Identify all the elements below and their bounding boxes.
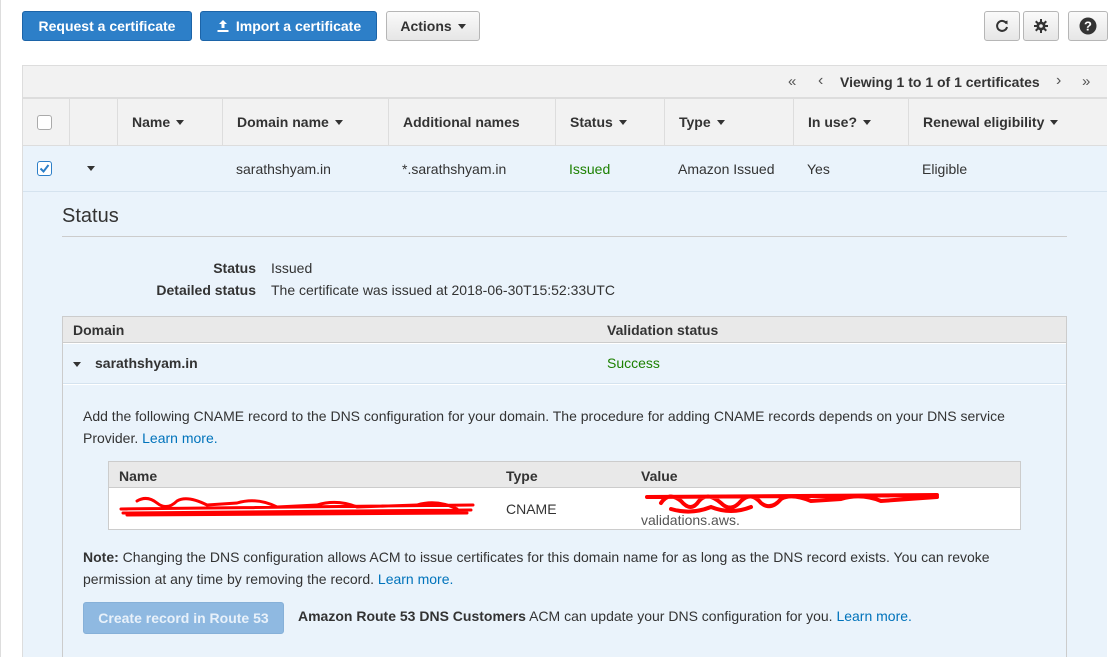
column-in-use[interactable]: In use?: [793, 99, 908, 145]
select-all-checkbox[interactable]: [37, 114, 52, 130]
actions-dropdown[interactable]: Actions: [386, 11, 480, 41]
sort-icon: [1050, 119, 1059, 125]
validation-col-domain: Domain: [73, 322, 125, 338]
route53-bold: Amazon Route 53 DNS Customers: [298, 608, 526, 624]
cname-record-table: Name Type Value CNAME validations.aws.: [108, 461, 1021, 530]
svg-text:?: ?: [1084, 19, 1092, 34]
column-status[interactable]: Status: [555, 99, 664, 145]
cname-learn-more-link[interactable]: Learn more.: [142, 430, 217, 446]
chevron-down-icon[interactable]: [73, 362, 81, 367]
refresh-button[interactable]: [984, 11, 1020, 41]
status-value: Issued: [271, 260, 313, 276]
column-additional-names: Additional names: [388, 99, 555, 145]
validation-status: Success: [607, 355, 660, 371]
table-header: Name Domain name Additional names Status…: [23, 98, 1107, 146]
divider: [62, 236, 1067, 237]
record-col-name: Name: [119, 468, 158, 484]
section-title: Status: [62, 205, 119, 227]
table-row[interactable]: sarathshyam.in *.sarathshyam.in Issued A…: [23, 146, 1107, 192]
page-left-border: [0, 0, 1, 657]
detailed-status-label: Detailed status: [156, 282, 256, 298]
note-text: Changing the DNS configuration allows AC…: [83, 549, 990, 587]
create-record-route53-button[interactable]: Create record in Route 53: [83, 602, 284, 634]
sort-icon: [618, 119, 627, 125]
column-type[interactable]: Type: [664, 99, 793, 145]
validation-col-status: Validation status: [607, 322, 719, 338]
column-name-label: Name: [132, 114, 171, 130]
first-page-icon[interactable]: «: [788, 73, 796, 90]
request-certificate-button[interactable]: Request a certificate: [22, 11, 192, 41]
cname-instructions: Add the following CNAME record to the DN…: [83, 405, 1043, 449]
route53-info: Amazon Route 53 DNS Customers ACM can up…: [298, 608, 912, 624]
row-select-cell: [23, 146, 69, 191]
redacted-name-scribble: [119, 496, 475, 517]
settings-button[interactable]: [1023, 11, 1059, 41]
sort-icon: [716, 119, 725, 125]
route53-learn-more-link[interactable]: Learn more.: [836, 608, 911, 624]
column-status-label: Status: [570, 114, 613, 130]
import-certificate-label: Import a certificate: [235, 18, 362, 34]
upload-icon: [217, 20, 229, 32]
sort-icon: [176, 119, 185, 125]
row-name: [117, 146, 222, 191]
help-icon: ?: [1079, 17, 1097, 35]
row-renewal: Eligible: [922, 160, 968, 177]
record-col-type: Type: [506, 468, 538, 484]
cname-record-header: Name Type Value: [109, 462, 1020, 488]
chevron-down-icon: [87, 166, 95, 171]
column-renewal-label: Renewal eligibility: [923, 114, 1045, 130]
row-additional: *.sarathshyam.in: [402, 160, 507, 177]
row-in-use: Yes: [807, 160, 830, 177]
cname-text: Add the following CNAME record to the DN…: [83, 408, 1005, 446]
column-domain-label: Domain name: [237, 114, 329, 130]
chevron-down-icon: [457, 23, 466, 29]
detailed-status-value: The certificate was issued at 2018-06-30…: [271, 282, 615, 298]
column-in-use-label: In use?: [808, 114, 858, 130]
select-all-cell: [23, 99, 69, 145]
gear-icon: [1034, 19, 1048, 33]
import-certificate-button[interactable]: Import a certificate: [200, 11, 377, 41]
prev-page-icon[interactable]: ‹: [818, 72, 823, 90]
row-domain: sarathshyam.in: [236, 160, 331, 177]
note-label: Note:: [83, 549, 119, 565]
actions-label: Actions: [400, 18, 452, 34]
row-type: Amazon Issued: [678, 160, 775, 177]
next-page-icon[interactable]: ›: [1056, 72, 1061, 90]
pagination-text: Viewing 1 to 1 of 1 certificates: [840, 74, 1040, 90]
record-col-value: Value: [641, 468, 678, 484]
validation-header: Domain Validation status: [63, 317, 1066, 343]
last-page-icon[interactable]: »: [1082, 73, 1090, 90]
record-value-suffix: validations.aws.: [641, 512, 740, 528]
validation-domain: sarathshyam.in: [95, 355, 198, 371]
column-domain-name[interactable]: Domain name: [222, 99, 388, 145]
note-learn-more-link[interactable]: Learn more.: [378, 571, 453, 587]
sort-icon: [334, 119, 343, 125]
row-status: Issued: [569, 160, 611, 177]
refresh-icon: [996, 19, 1008, 32]
validation-row[interactable]: sarathshyam.in Success: [63, 344, 1066, 384]
row-checkbox[interactable]: [37, 161, 52, 176]
status-label: Status: [213, 260, 256, 276]
column-type-label: Type: [679, 114, 711, 130]
note: Note: Changing the DNS configuration all…: [83, 546, 1043, 590]
expand-column: [69, 99, 117, 145]
column-additional-label: Additional names: [403, 114, 520, 130]
column-renewal[interactable]: Renewal eligibility: [908, 99, 1107, 145]
checkmark-icon: [39, 164, 50, 174]
row-expand-toggle[interactable]: [75, 146, 115, 191]
route53-text: ACM can update your DNS configuration fo…: [529, 608, 833, 624]
pagination-bar: « ‹ Viewing 1 to 1 of 1 certificates › »: [23, 66, 1107, 98]
column-name[interactable]: Name: [117, 99, 222, 145]
record-type: CNAME: [506, 501, 557, 517]
sort-icon: [863, 119, 872, 125]
help-button[interactable]: ?: [1068, 11, 1108, 41]
